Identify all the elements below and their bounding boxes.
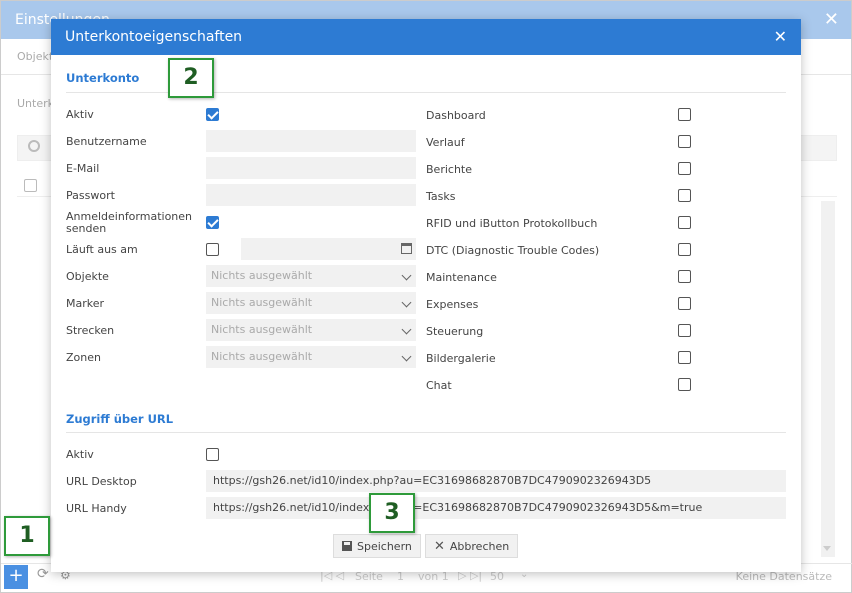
cancel-button[interactable]: ✕ Abbrechen bbox=[425, 534, 519, 558]
perm-expenses-checkbox[interactable] bbox=[678, 297, 691, 310]
perm-rfid-checkbox[interactable] bbox=[678, 216, 691, 229]
perm-control-label: Steuerung bbox=[426, 325, 484, 338]
table-scrollbar[interactable] bbox=[821, 201, 835, 557]
objects-label: Objekte bbox=[66, 270, 109, 283]
perm-control-checkbox[interactable] bbox=[678, 324, 691, 337]
floppy-disk-icon bbox=[342, 541, 352, 551]
routes-select-value: Nichts ausgewählt bbox=[211, 323, 313, 336]
email-input[interactable] bbox=[206, 157, 416, 179]
scroll-down-icon[interactable] bbox=[823, 546, 831, 551]
url-active-checkbox[interactable] bbox=[206, 448, 219, 461]
perm-tasks-label: Tasks bbox=[426, 190, 456, 203]
chevron-down-icon bbox=[401, 270, 412, 281]
perm-history-label: Verlauf bbox=[426, 136, 465, 149]
url-active-label: Aktiv bbox=[66, 448, 94, 461]
perm-dashboard-checkbox[interactable] bbox=[678, 108, 691, 121]
send-login-label: Anmeldeinformationen senden bbox=[66, 210, 193, 235]
cancel-button-label: Abbrechen bbox=[449, 539, 510, 553]
select-all-checkbox[interactable] bbox=[24, 179, 37, 192]
chevron-down-icon bbox=[401, 297, 412, 308]
objects-select[interactable]: Nichts ausgewählt bbox=[206, 265, 416, 287]
expires-date-input[interactable] bbox=[241, 238, 416, 260]
zones-label: Zonen bbox=[66, 351, 101, 364]
routes-label: Strecken bbox=[66, 324, 115, 337]
perm-maintenance-label: Maintenance bbox=[426, 271, 497, 284]
expires-checkbox[interactable] bbox=[206, 243, 219, 256]
perm-chat-checkbox[interactable] bbox=[678, 378, 691, 391]
perm-maintenance-checkbox[interactable] bbox=[678, 270, 691, 283]
username-input[interactable] bbox=[206, 130, 416, 152]
perm-tasks-checkbox[interactable] bbox=[678, 189, 691, 202]
save-button[interactable]: Speichern bbox=[333, 534, 421, 558]
settings-close-icon[interactable]: ✕ bbox=[824, 9, 839, 30]
perm-reports-checkbox[interactable] bbox=[678, 162, 691, 175]
perm-reports-label: Berichte bbox=[426, 163, 472, 176]
send-login-checkbox[interactable] bbox=[206, 216, 219, 229]
perm-dtc-label: DTC (Diagnostic Trouble Codes) bbox=[426, 244, 600, 257]
expires-label: Läuft aus am bbox=[66, 243, 138, 256]
password-label: Passwort bbox=[66, 189, 115, 202]
section-divider bbox=[66, 432, 786, 433]
markers-select[interactable]: Nichts ausgewählt bbox=[206, 292, 416, 314]
password-input[interactable] bbox=[206, 184, 416, 206]
perm-chat-label: Chat bbox=[426, 379, 452, 392]
zones-select[interactable]: Nichts ausgewählt bbox=[206, 346, 416, 368]
url-desktop-label: URL Desktop bbox=[66, 475, 137, 488]
chevron-down-icon bbox=[401, 324, 412, 335]
callout-1: 1 bbox=[4, 516, 50, 556]
callout-3: 3 bbox=[369, 493, 415, 533]
perm-dashboard-label: Dashboard bbox=[426, 109, 486, 122]
subaccount-properties-dialog: Unterkontoeigenschaften ✕ Unterkonto Akt… bbox=[51, 19, 801, 572]
email-label: E-Mail bbox=[66, 162, 100, 175]
refresh-icon[interactable]: ⟳ bbox=[37, 566, 49, 582]
search-icon bbox=[28, 140, 40, 152]
chevron-down-icon bbox=[401, 351, 412, 362]
dialog-close-icon[interactable]: ✕ bbox=[774, 27, 787, 46]
zones-select-value: Nichts ausgewählt bbox=[211, 350, 313, 363]
dialog-header: Unterkontoeigenschaften ✕ bbox=[51, 19, 801, 55]
add-subaccount-button[interactable]: + bbox=[4, 565, 28, 589]
perm-history-checkbox[interactable] bbox=[678, 135, 691, 148]
url-mobile-label: URL Handy bbox=[66, 502, 127, 515]
perm-gallery-checkbox[interactable] bbox=[678, 351, 691, 364]
objects-select-value: Nichts ausgewählt bbox=[211, 269, 313, 282]
perm-expenses-label: Expenses bbox=[426, 298, 479, 311]
url-mobile-field[interactable]: https://gsh26.net/id10/index.php?au=EC31… bbox=[206, 497, 786, 519]
active-label: Aktiv bbox=[66, 108, 94, 121]
section-title-url-access: Zugriff über URL bbox=[66, 412, 174, 426]
url-desktop-field[interactable]: https://gsh26.net/id10/index.php?au=EC31… bbox=[206, 470, 786, 492]
section-title-subaccount: Unterkonto bbox=[66, 71, 140, 85]
dialog-title: Unterkontoeigenschaften bbox=[65, 29, 243, 45]
close-icon: ✕ bbox=[434, 538, 445, 554]
username-label: Benutzername bbox=[66, 135, 147, 148]
markers-label: Marker bbox=[66, 297, 105, 310]
save-button-label: Speichern bbox=[357, 539, 412, 553]
markers-select-value: Nichts ausgewählt bbox=[211, 296, 313, 309]
routes-select[interactable]: Nichts ausgewählt bbox=[206, 319, 416, 341]
perm-rfid-label: RFID und iButton Protokollbuch bbox=[426, 217, 598, 230]
perm-dtc-checkbox[interactable] bbox=[678, 243, 691, 256]
callout-2: 2 bbox=[168, 58, 214, 98]
active-checkbox[interactable] bbox=[206, 108, 219, 121]
perm-gallery-label: Bildergalerie bbox=[426, 352, 496, 365]
calendar-icon[interactable] bbox=[401, 243, 412, 254]
